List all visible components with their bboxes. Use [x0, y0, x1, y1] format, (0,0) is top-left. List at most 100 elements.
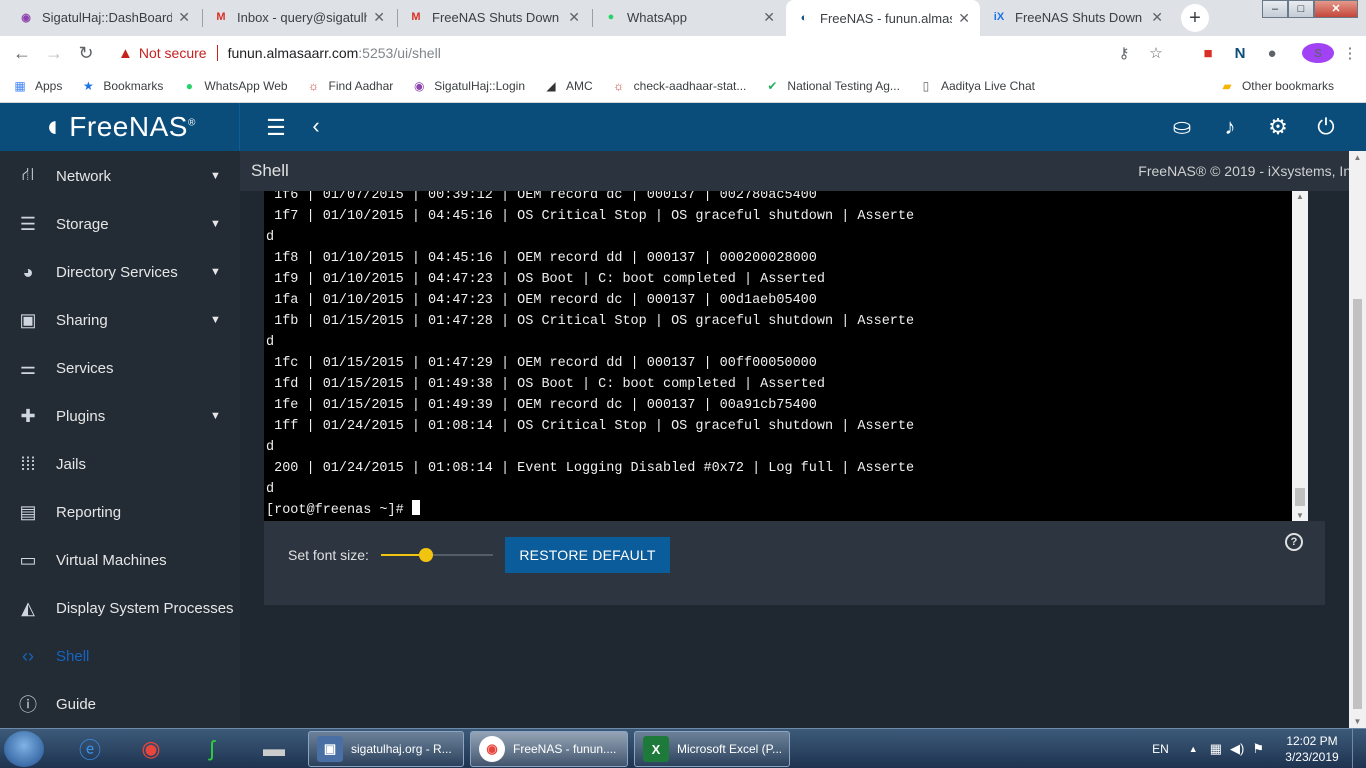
sidebar-item-jails[interactable]: ⁞⁞⁞ Jails: [0, 440, 240, 488]
extension-icon[interactable]: ●: [1256, 45, 1288, 62]
terminal-scrollbar[interactable]: ▲ ▼: [1292, 191, 1308, 521]
scroll-up-icon[interactable]: ▲: [1349, 153, 1366, 162]
other-bookmarks[interactable]: ▰ Other bookmarks: [1219, 70, 1334, 102]
sidebar-item-virtual-machines[interactable]: ▭ Virtual Machines: [0, 536, 240, 584]
new-tab-button[interactable]: +: [1181, 4, 1209, 32]
window-controls: – □ ✕: [1262, 0, 1358, 18]
minimize-icon[interactable]: –: [1262, 0, 1288, 18]
extension-icon[interactable]: ■: [1192, 45, 1224, 62]
sidebar-item-network[interactable]: ⛙ Network ▼: [0, 152, 240, 200]
page-scrollbar[interactable]: ▲ ▼: [1349, 151, 1366, 728]
restore-default-button[interactable]: RESTORE DEFAULT: [505, 537, 670, 573]
taskbar-task[interactable]: X Microsoft Excel (P...: [634, 731, 790, 767]
browser-tab[interactable]: ◉ SigatulHaj::DashBoard ✕: [8, 0, 200, 34]
sidebar-item-shell[interactable]: ‹› Shell: [0, 632, 240, 680]
profile-avatar[interactable]: s: [1302, 43, 1334, 63]
browser-tab[interactable]: ● WhatsApp ✕: [593, 0, 785, 34]
font-size-slider[interactable]: [381, 548, 493, 562]
scroll-thumb[interactable]: [1295, 488, 1305, 506]
not-secure-label[interactable]: Not secure: [139, 45, 207, 61]
sidebar-item-sharing[interactable]: ▣ Sharing ▼: [0, 296, 240, 344]
scroll-down-icon[interactable]: ▼: [1349, 717, 1366, 726]
flag-icon[interactable]: ⚑: [1252, 741, 1264, 757]
sidebar-item-guide[interactable]: ⓘ Guide: [0, 680, 240, 728]
internet-explorer-icon[interactable]: ⓔ: [70, 733, 110, 765]
show-desktop-button[interactable]: [1352, 729, 1366, 768]
network-status-icon[interactable]: ▦: [1210, 741, 1222, 757]
sidebar-item-display-system-processes[interactable]: ◭ Display System Processes: [0, 584, 240, 632]
bookmark-item[interactable]: ◉ SigatulHaj::Login: [411, 78, 525, 94]
app-launcher-icon[interactable]: ʃ: [192, 733, 232, 765]
terminal-line: d: [266, 335, 275, 350]
close-tab-icon[interactable]: ✕: [178, 9, 190, 26]
bookmark-item[interactable]: ★ Bookmarks: [80, 78, 163, 94]
storage-icon: ☰: [19, 213, 37, 234]
help-icon[interactable]: ?: [1285, 533, 1303, 551]
terminal-line: d: [266, 440, 275, 455]
sidebar-item-directory-services[interactable]: ◕ Directory Services ▼: [0, 248, 240, 296]
close-tab-icon[interactable]: ✕: [763, 9, 775, 26]
browser-tab-active[interactable]: ◐ FreeNAS - funun.almasa ✕: [786, 0, 980, 36]
more-menu-icon[interactable]: ⋮: [1334, 44, 1366, 62]
extension-n-icon[interactable]: N: [1224, 45, 1256, 62]
slider-thumb[interactable]: [418, 548, 433, 562]
code-icon: ‹›: [22, 645, 34, 666]
collapse-sidebar-icon[interactable]: ‹: [306, 113, 326, 139]
browser-tab[interactable]: M FreeNAS Shuts Down ab ✕: [398, 0, 590, 34]
brand-logo[interactable]: ◖ FreeNAS®: [0, 103, 240, 151]
browser-tab[interactable]: M Inbox - query@sigatulhaj ✕: [203, 0, 395, 34]
bookmark-item[interactable]: ✔ National Testing Ag...: [764, 78, 900, 94]
sidebar-item-label: Sharing: [56, 311, 108, 329]
bookmark-item[interactable]: ☼ check-aadhaar-stat...: [611, 78, 746, 94]
back-arrow-icon[interactable]: ←: [6, 37, 38, 69]
taskbar-task[interactable]: ▣ sigatulhaj.org - R...: [308, 731, 464, 767]
close-tab-icon[interactable]: ✕: [1151, 9, 1163, 26]
forward-arrow-icon[interactable]: →: [38, 37, 70, 69]
key-icon[interactable]: ⚷: [1108, 44, 1140, 62]
close-tab-icon[interactable]: ✕: [958, 10, 970, 27]
chevron-down-icon: ▼: [210, 314, 221, 326]
bookmark-label: AMC: [566, 79, 593, 93]
maximize-icon[interactable]: □: [1288, 0, 1314, 18]
address-bar[interactable]: ▲ Not secure funun.almasaarr.com:5253/ui…: [110, 39, 1180, 67]
close-tab-icon[interactable]: ✕: [568, 9, 580, 26]
bookmark-star-icon[interactable]: ☆: [1140, 44, 1172, 62]
chrome-icon[interactable]: ◉: [131, 733, 171, 765]
bookmark-item[interactable]: ☼ Find Aadhar: [306, 78, 393, 94]
scanner-icon[interactable]: ▬: [254, 733, 294, 765]
bookmark-item[interactable]: ◢ AMC: [543, 78, 593, 94]
bell-icon[interactable]: ♪: [1206, 114, 1254, 140]
show-hidden-icons-icon[interactable]: ▲: [1189, 744, 1198, 754]
chevron-down-icon: ▼: [210, 266, 221, 278]
tab-title: SigatulHaj::DashBoard: [42, 9, 173, 25]
language-indicator[interactable]: EN: [1152, 742, 1169, 756]
bookmarks-bar: ▦ Apps ★ Bookmarks ● WhatsApp Web ☼ Find…: [0, 70, 1366, 103]
shell-terminal[interactable]: 1f6 | 01/07/2015 | 00:39:12 | OEM record…: [264, 191, 1308, 521]
theme-bucket-icon[interactable]: ⛀: [1158, 114, 1206, 140]
scroll-up-icon[interactable]: ▲: [1292, 192, 1308, 201]
sidebar-item-services[interactable]: ⚌ Services: [0, 344, 240, 392]
start-button[interactable]: [4, 731, 44, 767]
close-tab-icon[interactable]: ✕: [373, 9, 385, 26]
sidebar-item-plugins[interactable]: ✚ Plugins ▼: [0, 392, 240, 440]
bookmark-apps[interactable]: ▦ Apps: [12, 78, 62, 94]
volume-icon[interactable]: ◀): [1230, 741, 1244, 757]
terminal-line: 1f8 | 01/10/2015 | 04:45:16 | OEM record…: [266, 251, 817, 266]
browser-tab[interactable]: iX FreeNAS Shuts Down ab ✕: [981, 0, 1173, 34]
bookmark-label: WhatsApp Web: [204, 79, 288, 93]
gear-icon[interactable]: ⚙: [1254, 114, 1302, 140]
bookmark-item[interactable]: ● WhatsApp Web: [181, 78, 288, 94]
taskbar-task-active[interactable]: ◉ FreeNAS - funun....: [470, 731, 628, 767]
scroll-thumb[interactable]: [1353, 299, 1362, 709]
clock[interactable]: 12:02 PM 3/23/2019: [1272, 733, 1352, 765]
scroll-down-icon[interactable]: ▼: [1292, 511, 1308, 520]
sidebar-item-label: Guide: [56, 695, 97, 713]
sidebar-item-reporting[interactable]: ▤ Reporting: [0, 488, 240, 536]
hamburger-menu-icon[interactable]: ☰: [262, 115, 290, 140]
terminal-line: d: [266, 482, 275, 497]
window-close-icon[interactable]: ✕: [1314, 0, 1358, 18]
bookmark-item[interactable]: ▯ Aaditya Live Chat: [918, 78, 1035, 94]
sidebar-item-storage[interactable]: ☰ Storage ▼: [0, 200, 240, 248]
reload-icon[interactable]: ↻: [70, 37, 102, 69]
power-icon[interactable]: ⏻: [1302, 114, 1350, 140]
